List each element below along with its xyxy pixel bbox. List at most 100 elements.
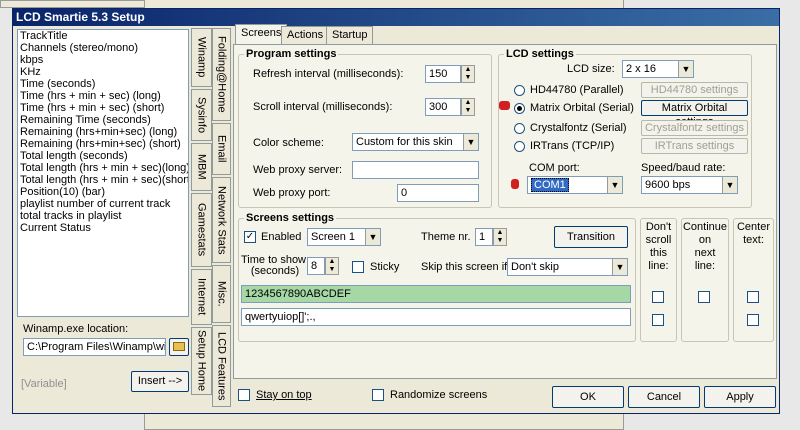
setup-window: LCD Smartie 5.3 Setup TrackTitle Channels… [12, 8, 780, 414]
list-item[interactable]: KHz [18, 66, 188, 78]
variable-list[interactable]: TrackTitle Channels (stereo/mono) kbps KHz T… [17, 29, 189, 317]
lcd-size-select[interactable]: 2 x 16 ▼ [622, 60, 694, 78]
vtab-label: Gamestats [195, 203, 208, 257]
vtab-misc[interactable]: Misc. [212, 265, 231, 323]
list-item[interactable]: Remaining (hrs+min+sec) (long) [18, 126, 188, 138]
proxy-port-input[interactable]: 0 [397, 184, 479, 202]
hd44780-settings-button[interactable]: HD44780 settings [641, 82, 748, 98]
skip-label: Skip this screen if: [421, 261, 511, 273]
irtrans-settings-button[interactable]: IRTrans settings [641, 138, 748, 154]
transition-button[interactable]: Transition [554, 226, 628, 248]
list-item[interactable]: TrackTitle [18, 30, 188, 42]
proxy-port-label: Web proxy port: [253, 187, 331, 199]
list-item[interactable]: kbps [18, 54, 188, 66]
vtab-label: Internet [195, 278, 208, 316]
tab-startup[interactable]: Startup [326, 26, 374, 45]
list-item[interactable]: Remaining (hrs+min+sec) (short) [18, 138, 188, 150]
theme-input[interactable]: 1 [475, 228, 493, 246]
time-to-show-input[interactable]: 8 [307, 257, 325, 275]
radio-matrix-orbital[interactable] [514, 103, 525, 114]
com-port-label: COM port: [529, 162, 580, 174]
radio-hd44780[interactable] [514, 85, 525, 96]
vtab-mbm[interactable]: MBM [191, 143, 212, 191]
list-item[interactable]: Position(10) (bar) [18, 186, 188, 198]
tab-actions[interactable]: Actions [281, 26, 330, 45]
vtab-email[interactable]: Email [212, 123, 231, 175]
theme-spinner[interactable]: ▲ ▼ [493, 228, 507, 246]
proxy-server-input[interactable] [352, 161, 479, 179]
list-item[interactable]: Total length (hrs + min + sec)(long) [18, 162, 188, 174]
dont-scroll-line2-checkbox[interactable] [652, 314, 664, 326]
line-1-input[interactable]: 1234567890ABCDEF [241, 285, 631, 303]
skip-select[interactable]: Don't skip ▼ [507, 258, 628, 276]
radio-crystalfontz[interactable] [514, 123, 525, 134]
list-item[interactable]: total tracks in playlist [18, 210, 188, 222]
sticky-label: Sticky [370, 261, 400, 273]
screens-panel: Program settings Refresh interval (milli… [233, 44, 777, 379]
vtab-label: LCD Features [215, 331, 228, 401]
color-scheme-select[interactable]: Custom for this skin ▼ [352, 133, 479, 151]
vtab-label: Folding@Home [215, 36, 228, 113]
program-settings-group: Program settings Refresh interval (milli… [238, 48, 492, 208]
vtab-lcd-features[interactable]: LCD Features [212, 325, 231, 407]
list-item[interactable]: Channels (stereo/mono) [18, 42, 188, 54]
list-item[interactable]: Total length (seconds) [18, 150, 188, 162]
list-item[interactable]: Time (seconds) [18, 78, 188, 90]
center-line2-checkbox[interactable] [747, 314, 759, 326]
baud-rate-label: Speed/baud rate: [641, 162, 726, 174]
line-2-input[interactable]: qwertyuiop[]';., [241, 308, 631, 326]
background-window [0, 0, 150, 8]
com-port-select[interactable]: COM1 ▼ [527, 176, 623, 194]
vtab-sysinfo[interactable]: Sysinfo [191, 89, 212, 141]
chevron-down-icon: ▼ [365, 229, 380, 245]
sticky-checkbox[interactable] [352, 261, 364, 273]
vtab-folding-home[interactable]: Folding@Home [212, 28, 231, 121]
vtab-winamp[interactable]: Winamp [191, 28, 212, 87]
dont-scroll-line1-checkbox[interactable] [652, 291, 664, 303]
baud-rate-select[interactable]: 9600 bps ▼ [641, 176, 738, 194]
matrix-orbital-settings-button[interactable]: Matrix Orbital settings [641, 100, 748, 128]
time-to-show-spinner[interactable]: ▲ ▼ [325, 257, 339, 275]
stay-on-top-checkbox[interactable] [238, 389, 250, 401]
radio-matrix-orbital-label: Matrix Orbital (Serial) [530, 102, 634, 114]
crystalfontz-settings-button[interactable]: Crystalfontz settings [641, 120, 748, 136]
apply-button[interactable]: Apply [704, 386, 776, 408]
lcd-settings-title: LCD settings [504, 48, 576, 60]
list-item[interactable]: Total length (hrs + min + sec)(short) [18, 174, 188, 186]
insert-button[interactable]: Insert --> [131, 371, 189, 392]
ok-button[interactable]: OK [552, 386, 624, 408]
list-item[interactable]: Time (hrs + min + sec) (short) [18, 102, 188, 114]
refresh-spinner[interactable]: ▲ ▼ [461, 65, 475, 83]
randomize-checkbox[interactable] [372, 389, 384, 401]
vtab-network-stats[interactable]: Network Stats [212, 177, 231, 263]
refresh-input[interactable]: 150 [425, 65, 461, 83]
list-item[interactable]: Time (hrs + min + sec) (long) [18, 90, 188, 102]
center-column: Center text: [733, 218, 774, 342]
radio-crystalfontz-label: Crystalfontz (Serial) [530, 122, 627, 134]
radio-irtrans[interactable] [514, 141, 525, 152]
vtab-internet[interactable]: Internet [191, 269, 212, 325]
list-item[interactable]: Remaining Time (seconds) [18, 114, 188, 126]
lcd-size-label: LCD size: [567, 63, 615, 75]
lcd-settings-group: LCD settings LCD size: 2 x 16 ▼ HD44780 (… [498, 48, 752, 208]
enabled-checkbox[interactable]: ✓ [244, 231, 256, 243]
vtab-setup-home[interactable]: Setup Home [191, 327, 212, 395]
screen-select[interactable]: Screen 1 ▼ [307, 228, 381, 246]
browse-button[interactable] [169, 338, 189, 356]
screens-settings-group: Screens settings ✓ Enabled Screen 1 ▼ The… [238, 212, 636, 342]
vtab-gamestats[interactable]: Gamestats [191, 193, 212, 267]
list-item[interactable]: playlist number of current track [18, 198, 188, 210]
cancel-button[interactable]: Cancel [628, 386, 700, 408]
list-item[interactable]: Current Status [18, 222, 188, 234]
radio-irtrans-label: IRTrans (TCP/IP) [530, 140, 615, 152]
pointer-hand-icon [499, 101, 510, 110]
dont-scroll-header: Don't scroll this line: [645, 221, 672, 272]
scroll-spinner[interactable]: ▲ ▼ [461, 98, 475, 116]
tab-screens[interactable]: Screens [235, 24, 288, 45]
continue-header: Continue on next line: [682, 221, 728, 272]
continue-line1-checkbox[interactable] [698, 291, 710, 303]
theme-label: Theme nr. [421, 231, 471, 243]
exe-location-input[interactable]: C:\Program Files\Winamp\wina [23, 338, 166, 356]
center-line1-checkbox[interactable] [747, 291, 759, 303]
scroll-input[interactable]: 300 [425, 98, 461, 116]
